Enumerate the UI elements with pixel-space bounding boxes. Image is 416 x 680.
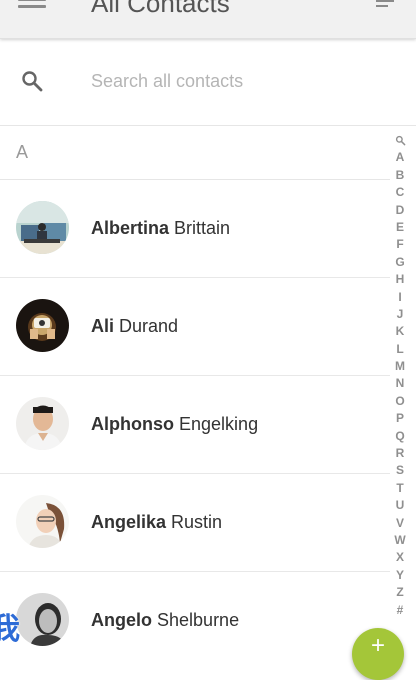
index-letter[interactable]: T [390,480,410,497]
index-letter[interactable]: F [390,236,410,253]
index-letter[interactable]: V [390,515,410,532]
search-input[interactable] [91,67,361,95]
page-title: All Contacts [91,0,230,18]
index-letter[interactable]: X [390,549,410,566]
add-contact-button[interactable]: + [352,628,404,680]
section-letter: A [16,142,29,162]
index-letter[interactable]: Z [390,584,410,601]
contact-row[interactable]: Angelika Rustin [0,474,390,572]
index-letter[interactable]: P [390,410,410,427]
contact-list: Albertina Brittain Ali Durand Alphonso E… [0,180,390,669]
index-letter[interactable]: B [390,167,410,184]
index-letter[interactable]: W [390,532,410,549]
index-letter[interactable]: S [390,462,410,479]
contact-name: Angelika Rustin [91,512,223,532]
avatar [16,299,69,352]
avatar [16,397,69,450]
index-letter[interactable]: N [390,375,410,392]
index-letter[interactable]: O [390,393,410,410]
contact-name: Alphonso Engelking [91,414,259,434]
index-letter[interactable]: G [390,254,410,271]
index-letter[interactable]: A [390,149,410,166]
index-letter[interactable]: L [390,341,410,358]
contact-name: Angelo Shelburne [91,610,240,630]
contact-row[interactable]: Albertina Brittain [0,180,390,278]
search-bar [0,39,416,126]
index-letter[interactable]: M [390,358,410,375]
index-letter[interactable]: H [390,271,410,288]
index-letter[interactable]: K [390,323,410,340]
avatar [16,593,69,646]
contact-row[interactable]: Alphonso Engelking [0,376,390,474]
index-letter[interactable]: I [390,289,410,306]
index-letter[interactable]: Y [390,567,410,584]
app-bar: All Contacts [0,0,416,39]
sort-icon[interactable] [376,0,394,10]
menu-icon[interactable] [18,0,46,10]
index-letter[interactable]: C [390,184,410,201]
index-letter[interactable]: Q [390,428,410,445]
plus-icon: + [370,632,385,659]
index-letter[interactable]: D [390,202,410,219]
contact-name: Albertina Brittain [91,218,231,238]
index-letter[interactable]: J [390,306,410,323]
contact-name: Ali Durand [91,316,179,336]
avatar [16,495,69,548]
avatar [16,201,69,254]
index-letter[interactable]: R [390,445,410,462]
index-search-icon[interactable] [390,132,410,149]
contact-row[interactable]: Angelo Shelburne [0,572,390,669]
contact-row[interactable]: Ali Durand [0,278,390,376]
index-letter[interactable]: # [390,602,410,619]
watermark: 我 [0,612,20,647]
index-letter[interactable]: E [390,219,410,236]
search-icon[interactable] [20,69,44,93]
alphabet-index[interactable]: A B C D E F G H I J K L M N O P Q R S T … [390,132,410,619]
section-header: A [0,126,390,180]
index-letter[interactable]: U [390,497,410,514]
